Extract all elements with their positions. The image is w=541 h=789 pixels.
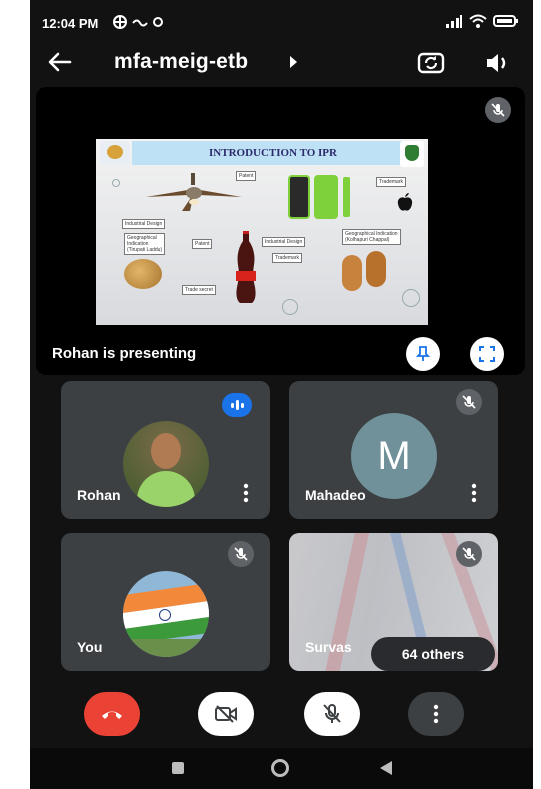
- signal-icon: [446, 15, 462, 28]
- home-button[interactable]: [271, 759, 289, 777]
- participant-tile-survas[interactable]: Survas 64 others: [289, 533, 498, 671]
- end-call-button[interactable]: [84, 692, 140, 736]
- status-left-icons: [112, 14, 164, 30]
- participant-tile-you[interactable]: You: [61, 533, 270, 671]
- hang-up-icon: [102, 711, 122, 719]
- system-nav-bar: [30, 748, 533, 789]
- meeting-header: mfa-meig-etb: [30, 46, 533, 80]
- mic-off-icon: [234, 547, 248, 561]
- speaking-indicator-icon: [222, 393, 252, 417]
- avatar: [123, 571, 209, 657]
- more-options-icon[interactable]: [470, 483, 478, 503]
- label-trade-secret: Trade secret: [182, 285, 216, 295]
- switch-camera-icon[interactable]: [416, 48, 446, 78]
- participant-tile-rohan[interactable]: Rohan: [61, 381, 270, 519]
- phone-screen: 12:04 PM mfa-meig-etb INTRODUCTION TO IP…: [30, 0, 533, 789]
- status-bar: 12:04 PM: [30, 0, 533, 46]
- more-options-button[interactable]: [408, 692, 464, 736]
- others-count-pill[interactable]: 64 others: [371, 637, 495, 671]
- wave-icon: [132, 19, 148, 27]
- muted-badge: [456, 541, 482, 567]
- muted-badge: [456, 389, 482, 415]
- more-options-icon[interactable]: [242, 483, 250, 503]
- label-trademark-mid: Trademark: [272, 253, 302, 263]
- recents-button[interactable]: [172, 762, 184, 774]
- wifi-icon: [469, 14, 487, 28]
- meeting-code[interactable]: mfa-meig-etb: [114, 50, 248, 74]
- college-logo-right: [400, 141, 424, 167]
- participant-name: You: [77, 639, 103, 655]
- mic-off-icon: [491, 103, 505, 117]
- status-right-icons: [445, 14, 519, 28]
- slide-title: INTRODUCTION TO IPR: [132, 141, 414, 165]
- meeting-details-caret-icon[interactable]: [290, 56, 297, 68]
- mic-off-icon: [462, 395, 476, 409]
- mic-off-icon: [323, 704, 341, 723]
- slide-droplet: [282, 299, 298, 315]
- label-industrial-design: Industrial Design: [122, 219, 166, 229]
- label-industrial-design-mid: Industrial Design: [262, 237, 306, 247]
- participant-name: Survas: [305, 639, 352, 655]
- speaker-icon[interactable]: [482, 48, 512, 78]
- status-time: 12:04 PM: [42, 16, 99, 31]
- mic-off-icon: [462, 547, 476, 561]
- label-trademark-right: Trademark: [376, 177, 406, 187]
- smartphone-image: [288, 175, 366, 221]
- pin-button[interactable]: [406, 337, 440, 371]
- fullscreen-icon: [479, 346, 495, 362]
- chappal-image: [342, 251, 388, 295]
- slide-droplet: [402, 289, 420, 307]
- participant-name: Mahadeo: [305, 487, 366, 503]
- avatar: [123, 421, 209, 507]
- circle-icon: [153, 17, 163, 27]
- college-logo-left: [100, 141, 130, 165]
- slide-droplet: [112, 179, 120, 187]
- fullscreen-button[interactable]: [470, 337, 504, 371]
- label-patent-mid: Patent: [192, 239, 213, 249]
- apple-logo-image: [397, 193, 413, 211]
- camera-toggle-button[interactable]: [198, 692, 254, 736]
- participant-tile-mahadeo[interactable]: M Mahadeo: [289, 381, 498, 519]
- battery-icon: [493, 15, 518, 27]
- presentation-muted-badge: [485, 97, 511, 123]
- muted-badge: [228, 541, 254, 567]
- pin-icon: [415, 346, 431, 361]
- camera-off-icon: [215, 705, 237, 723]
- presenter-label: Rohan is presenting: [52, 345, 197, 362]
- cola-bottle-image: [236, 231, 256, 303]
- hotspot-icon: [113, 15, 127, 29]
- label-geo-indication-right: Geographical Indication (Kolhapuri Chapp…: [342, 229, 401, 245]
- mic-toggle-button[interactable]: [304, 692, 360, 736]
- shared-slide: INTRODUCTION TO IPR Patent Trademark Ind…: [96, 139, 428, 325]
- back-button[interactable]: [380, 761, 392, 775]
- ceiling-fan-image: [146, 173, 242, 211]
- label-geo-indication-left: Geographical Indication (Tirupati Laddu): [124, 233, 166, 255]
- presentation-tile[interactable]: INTRODUCTION TO IPR Patent Trademark Ind…: [36, 87, 525, 375]
- laddu-image: [124, 259, 162, 289]
- participant-name: Rohan: [77, 487, 121, 503]
- more-vert-icon: [433, 704, 439, 724]
- back-arrow-icon[interactable]: [46, 48, 74, 76]
- label-patent-top: Patent: [236, 171, 257, 181]
